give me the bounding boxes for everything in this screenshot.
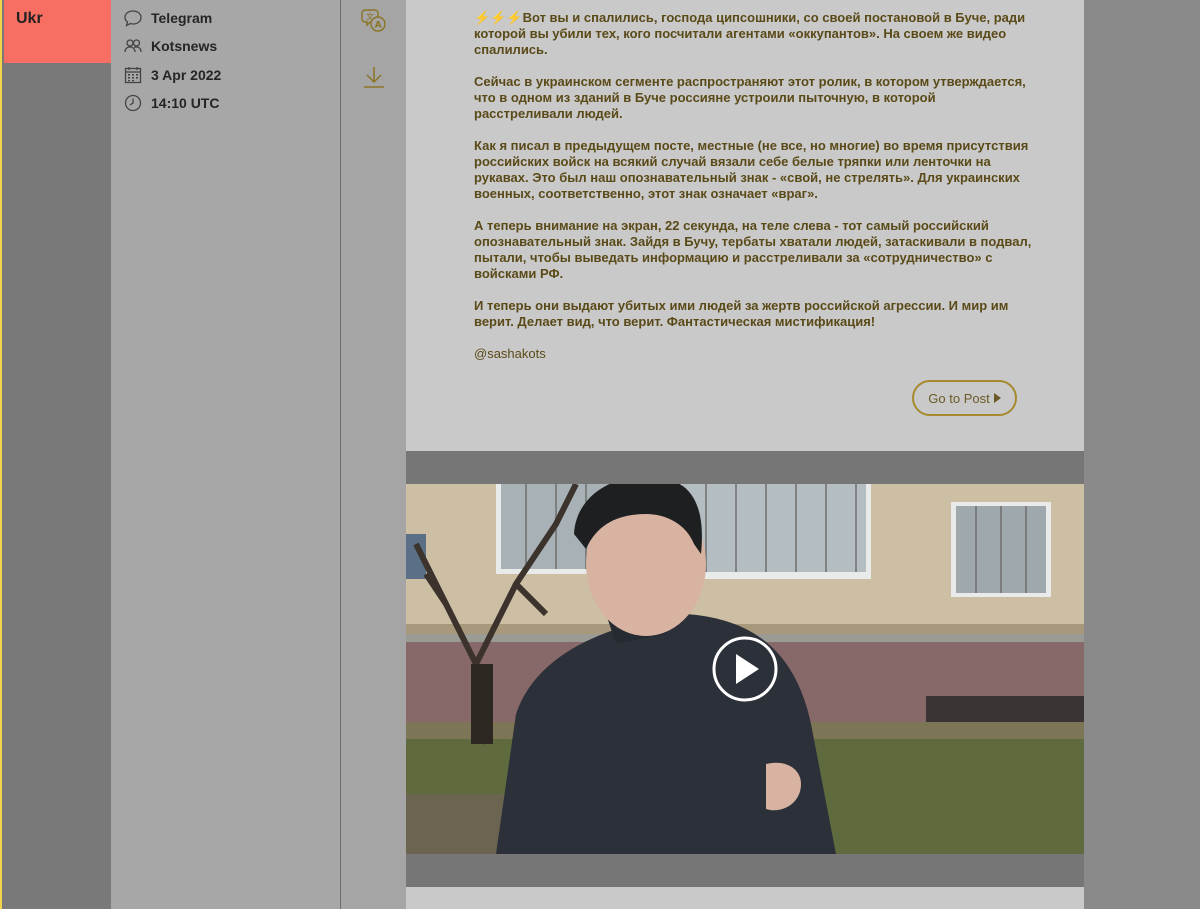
clock-icon: [124, 94, 142, 112]
calendar-icon: [124, 67, 142, 84]
next-card-edge: [406, 887, 1084, 909]
time-label: 14:10 UTC: [151, 95, 220, 111]
meta-date: 3 Apr 2022: [123, 65, 221, 85]
meta-platform: Telegram: [123, 8, 212, 28]
post-body: ⚡⚡⚡Вот вы и спалились, господа ципсошник…: [474, 10, 1034, 378]
video-thumbnail: [406, 484, 1084, 854]
language-tab[interactable]: Ukr: [4, 0, 113, 63]
translate-icon: 文 A: [361, 9, 386, 32]
svg-text:A: A: [375, 21, 382, 31]
post-card: ⚡⚡⚡Вот вы и спалились, господа ципсошник…: [406, 0, 1084, 451]
post-paragraph-5: И теперь они выдают убитых ими людей за …: [474, 298, 1009, 329]
meta-panel: Telegram Kotsnews 3 Apr 2022 14:10 UTC: [111, 0, 340, 909]
lightning-icon: ⚡⚡⚡: [474, 10, 523, 25]
platform-label: Telegram: [151, 10, 213, 26]
translate-button[interactable]: 文 A: [361, 7, 387, 33]
meta-time: 14:10 UTC: [123, 93, 219, 113]
go-to-post-button[interactable]: Go to Post: [912, 380, 1017, 416]
play-arrow-icon: [993, 393, 1001, 403]
author-handle: @sashakots: [474, 346, 546, 361]
post-paragraph-4: А теперь внимание на экран, 22 секунда, …: [474, 218, 1032, 281]
action-column: 文 A: [341, 0, 406, 909]
left-rail: Ukr: [0, 0, 113, 909]
right-gutter: [1084, 0, 1200, 909]
download-button[interactable]: [361, 64, 387, 90]
post-paragraph-2: Сейчас в украинском сегменте распростран…: [474, 74, 1026, 121]
video-player[interactable]: [406, 484, 1084, 854]
language-tab-label: Ukr: [16, 10, 43, 27]
download-icon: [364, 67, 384, 88]
post-paragraph-1: ⚡⚡⚡Вот вы и спалились, господа ципсошник…: [474, 10, 1026, 57]
chat-bubble-icon: [124, 10, 142, 27]
go-to-post-label: Go to Post: [928, 390, 990, 406]
post-paragraph-3: Как я писал в предыдущем посте, местные …: [474, 138, 1029, 201]
users-icon: [124, 39, 142, 53]
channel-label: Kotsnews: [151, 38, 218, 54]
date-label: 3 Apr 2022: [151, 67, 222, 83]
meta-channel: Kotsnews: [123, 36, 217, 56]
